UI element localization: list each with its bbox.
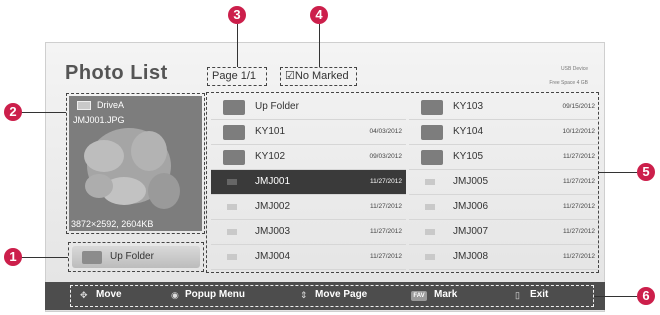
photo-icon [425, 179, 435, 185]
move-page-hint: Move Page [315, 289, 368, 300]
folder-item[interactable]: KY101 04/03/2012 [211, 120, 406, 145]
item-name: KY103 [453, 101, 484, 112]
item-name: JMJ005 [453, 176, 489, 187]
photo-icon [227, 179, 237, 185]
callout-1-leader [18, 257, 68, 258]
folder-icon [223, 125, 245, 140]
callout-3-leader [237, 24, 238, 67]
photo-item[interactable]: JMJ005 11/27/2012 [409, 170, 599, 195]
folder-icon [421, 150, 443, 165]
up-folder-button[interactable]: Up Folder [72, 246, 200, 268]
callout-2: 2 [4, 103, 22, 121]
photo-item[interactable]: JMJ004 11/27/2012 [211, 245, 406, 270]
item-date: 11/27/2012 [369, 228, 402, 235]
preview-filename: JMJ001.JPG [73, 115, 125, 125]
item-date: 11/27/2012 [369, 178, 402, 185]
item-name: KY102 [255, 151, 286, 162]
photo-item[interactable]: JMJ003 11/27/2012 [211, 220, 406, 245]
item-name: JMJ007 [453, 226, 489, 237]
callout-3: 3 [228, 6, 246, 24]
item-name: JMJ001 [255, 176, 291, 187]
folder-icon [82, 251, 102, 264]
photo-preview: DriveA JMJ001.JPG 3872×2592, 2604KB [69, 96, 202, 231]
preview-resolution: 3872×2592, 2604KB [71, 219, 154, 229]
item-name: KY101 [255, 126, 286, 137]
item-date: 11/27/2012 [369, 253, 402, 260]
folder-icon [421, 125, 443, 140]
move-arrows-icon: ✥ [80, 290, 88, 300]
item-name: JMJ008 [453, 251, 489, 262]
exit-hint: Exit [530, 289, 549, 300]
photo-icon [425, 229, 435, 235]
folder-icon [421, 100, 443, 115]
item-date: 11/27/2012 [369, 203, 402, 210]
folder-icon [223, 150, 245, 165]
drive-icon [77, 101, 91, 110]
callout-5: 5 [637, 163, 655, 181]
up-folder-label: Up Folder [110, 251, 154, 262]
photo-item[interactable]: JMJ008 11/27/2012 [409, 245, 599, 270]
drive-label: DriveA [97, 100, 125, 110]
popup-menu-hint: Popup Menu [185, 289, 245, 300]
usb-device-label: USB Device [561, 66, 588, 72]
item-name: JMJ004 [255, 251, 291, 262]
folder-item[interactable]: KY105 11/27/2012 [409, 145, 599, 170]
mark-hint: Mark [434, 289, 458, 300]
item-name: Up Folder [255, 101, 299, 112]
callout-1: 1 [4, 248, 22, 266]
item-date: 09/03/2012 [369, 153, 402, 160]
callout-4-leader [319, 24, 320, 67]
photo-item[interactable]: JMJ002 11/27/2012 [211, 195, 406, 220]
callout-4: 4 [310, 6, 328, 24]
folder-item[interactable]: Up Folder [211, 95, 406, 120]
usb-info: USB Device Free Space 4 GB [549, 62, 588, 90]
folder-icon [223, 100, 245, 115]
photo-icon [425, 254, 435, 260]
item-date: 11/27/2012 [562, 153, 595, 160]
item-date: 10/12/2012 [562, 128, 595, 135]
item-date: 11/27/2012 [562, 178, 595, 185]
ok-button-icon: ◉ [171, 290, 179, 300]
item-date: 11/27/2012 [562, 203, 595, 210]
marked-label: No Marked [294, 70, 349, 82]
photo-icon [227, 204, 237, 210]
photo-icon [425, 204, 435, 210]
photo-item[interactable]: JMJ007 11/27/2012 [409, 220, 599, 245]
callout-6-leader [594, 296, 637, 297]
item-date: 04/03/2012 [369, 128, 402, 135]
page-key-icon: ⇕ [300, 290, 308, 300]
item-date: 09/15/2012 [562, 103, 595, 110]
page-title: Photo List [65, 62, 168, 84]
photo-item[interactable]: JMJ001 11/27/2012 [211, 170, 406, 195]
checkbox-icon: ☑ [285, 70, 295, 82]
photo-icon [227, 229, 237, 235]
callout-5-leader [599, 172, 637, 173]
callout-6: 6 [637, 287, 655, 305]
folder-item[interactable]: KY102 09/03/2012 [211, 145, 406, 170]
item-name: KY105 [453, 151, 484, 162]
page-indicator: Page 1/1 [207, 67, 267, 86]
marked-indicator: ☑No Marked [280, 67, 357, 86]
move-hint: Move [96, 289, 122, 300]
file-list: Up Folder KY103 09/15/2012 KY101 04/03/2012 K… [211, 95, 599, 270]
item-name: JMJ002 [255, 201, 291, 212]
fav-key-icon: FAV [411, 291, 427, 301]
item-date: 11/27/2012 [562, 228, 595, 235]
folder-item[interactable]: KY103 09/15/2012 [409, 95, 599, 120]
exit-key-icon: ▯ [515, 290, 520, 300]
item-name: JMJ003 [255, 226, 291, 237]
photo-icon [227, 254, 237, 260]
item-date: 11/27/2012 [562, 253, 595, 260]
folder-item[interactable]: KY104 10/12/2012 [409, 120, 599, 145]
free-space-label: Free Space 4 GB [549, 80, 588, 86]
callout-2-leader [18, 112, 66, 113]
item-name: KY104 [453, 126, 484, 137]
photo-item[interactable]: JMJ006 11/27/2012 [409, 195, 599, 220]
item-name: JMJ006 [453, 201, 489, 212]
